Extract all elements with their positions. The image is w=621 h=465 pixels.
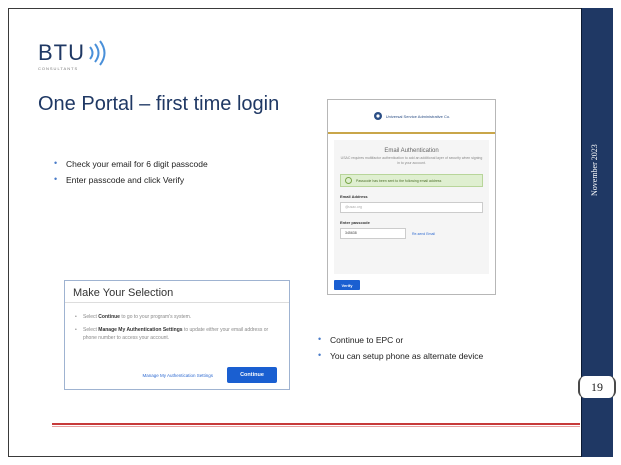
- usac-logo: Universal Service Administrative Co.: [373, 111, 450, 121]
- usac-header: Universal Service Administrative Co.: [328, 100, 495, 134]
- signal-waves-icon: [89, 40, 106, 66]
- manage-auth-settings-link[interactable]: Manage My Authentication Settings: [142, 373, 213, 378]
- org-name: Universal Service Administrative Co.: [385, 113, 451, 119]
- list-item: Enter passcode and click Verify: [54, 174, 208, 185]
- continue-button[interactable]: Continue: [227, 367, 277, 383]
- usac-star-icon: [373, 112, 382, 120]
- check-circle-icon: [345, 177, 352, 184]
- email-label: Email Address: [340, 194, 368, 199]
- passcode-sent-alert: Passcode has been sent to the following …: [340, 174, 483, 187]
- logo-text: BTU: [38, 40, 85, 65]
- slide-date: November 2023: [590, 144, 599, 196]
- list-item: Select Continue to go to your program's …: [75, 313, 279, 321]
- list-item: You can setup phone as alternate device: [318, 350, 483, 361]
- list-item: Select Manage My Authentication Settings…: [75, 326, 279, 342]
- instructions-list: Check your email for 6 digit passcode En…: [54, 158, 208, 191]
- alert-text: Passcode has been sent to the following …: [356, 178, 442, 183]
- resend-email-link[interactable]: Re-send Email: [412, 232, 435, 236]
- page-number: 19: [578, 376, 616, 398]
- email-field[interactable]: @usac.org: [340, 202, 483, 213]
- footer-divider: [52, 423, 580, 427]
- verify-button[interactable]: Verify: [334, 280, 360, 290]
- slide-title: One Portal – first time login: [38, 93, 280, 115]
- logo-subtitle: CONSULTANTS: [38, 66, 79, 71]
- selection-title: Make Your Selection: [65, 281, 289, 303]
- email-auth-title: Email Authentication: [384, 148, 439, 154]
- passcode-input[interactable]: 345638: [340, 228, 406, 239]
- list-item: Continue to EPC or: [318, 334, 483, 345]
- email-auth-body: Email Authentication USAC requires multi…: [334, 140, 489, 274]
- btu-logo: BTU: [38, 40, 109, 66]
- make-selection-screenshot: Make Your Selection Select Continue to g…: [64, 280, 290, 390]
- list-item: Check your email for 6 digit passcode: [54, 158, 208, 169]
- email-auth-description: USAC requires multifactor authentication…: [340, 156, 483, 165]
- email-auth-screenshot: Universal Service Administrative Co. Ema…: [327, 99, 496, 295]
- next-steps-list: Continue to EPC or You can setup phone a…: [318, 334, 483, 367]
- selection-options-list: Select Continue to go to your program's …: [65, 313, 289, 342]
